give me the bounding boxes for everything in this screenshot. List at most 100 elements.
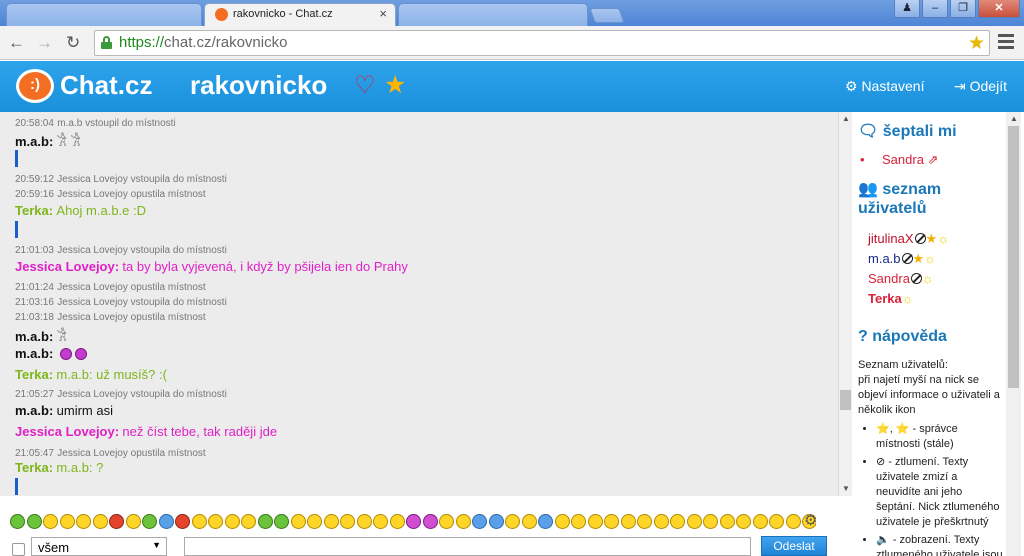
- emoticon-icon[interactable]: [422, 514, 438, 530]
- browser-tab-inactive[interactable]: [398, 3, 588, 26]
- window-user-button[interactable]: ♟: [894, 0, 920, 18]
- window-minimize-button[interactable]: –: [922, 0, 948, 18]
- emoticon-icon[interactable]: [340, 514, 355, 530]
- message-nick[interactable]: Terka:: [15, 367, 53, 382]
- emoticon-icon[interactable]: [637, 514, 652, 530]
- emoticon-icon[interactable]: [76, 514, 91, 530]
- emoticon-icon[interactable]: [406, 514, 421, 530]
- emoticon-icon[interactable]: [92, 514, 108, 530]
- emoticon-icon[interactable]: [752, 514, 768, 530]
- emoticon-icon[interactable]: [670, 514, 685, 530]
- back-arrow-icon[interactable]: ←: [8, 33, 25, 53]
- mute-icon[interactable]: [910, 273, 922, 284]
- emoticon-icon[interactable]: [587, 514, 603, 530]
- emoticon-icon[interactable]: [472, 514, 487, 530]
- window-maximize-button[interactable]: ❐: [950, 0, 976, 18]
- emoticon-icon[interactable]: [538, 514, 553, 530]
- forward-arrow-icon[interactable]: →: [36, 33, 53, 53]
- message-nick[interactable]: m.a.b:: [15, 403, 53, 418]
- favorite-star-icon[interactable]: ★: [384, 70, 406, 100]
- bookmark-star-icon[interactable]: ★: [968, 32, 985, 55]
- browser-tab-active[interactable]: rakovnicko - Chat.cz ×: [204, 3, 396, 26]
- emoticon-icon[interactable]: [224, 514, 240, 530]
- emoticon-icon[interactable]: [257, 514, 273, 530]
- emoticon-icon[interactable]: [439, 514, 454, 530]
- emoticon-icon[interactable]: [356, 514, 372, 530]
- user-name[interactable]: jitulinaX: [868, 231, 914, 246]
- recipient-select[interactable]: všem ▼: [31, 537, 167, 556]
- gear-icon[interactable]: ⚙: [804, 511, 817, 529]
- tab-close-icon[interactable]: ×: [379, 6, 387, 21]
- message-nick[interactable]: m.a.b:: [15, 329, 53, 344]
- emoticon-icon[interactable]: [241, 514, 256, 530]
- emoticon-icon[interactable]: [521, 514, 537, 530]
- user-list-item[interactable]: m.a.b ★☼: [868, 251, 936, 267]
- user-name[interactable]: m.a.b: [868, 251, 901, 266]
- emoticon-icon[interactable]: [505, 514, 520, 530]
- emoticon-icon[interactable]: [158, 514, 174, 530]
- emoticon-icon[interactable]: [208, 514, 223, 530]
- user-list-item[interactable]: Sandra ☼: [868, 271, 934, 286]
- url-text[interactable]: https://chat.cz/rakovnicko: [119, 34, 287, 51]
- sidebar-scrollbar[interactable]: ▲: [1006, 112, 1021, 556]
- browser-tab-inactive[interactable]: [6, 3, 202, 26]
- emoticon-icon[interactable]: [703, 514, 718, 530]
- message-input[interactable]: [184, 537, 751, 556]
- logout-link[interactable]: ⇥ Odejít: [954, 78, 1007, 95]
- user-list-item[interactable]: Terka☼: [868, 291, 914, 306]
- emoticon-icon[interactable]: [785, 514, 801, 530]
- scrollbar-thumb[interactable]: [840, 390, 851, 410]
- emoticon-icon[interactable]: [686, 514, 702, 530]
- user-list-item[interactable]: jitulinaX ★☼: [868, 231, 949, 247]
- emoticon-icon[interactable]: [109, 514, 124, 530]
- emoticon-icon[interactable]: [769, 514, 784, 530]
- scroll-down-icon[interactable]: ▼: [842, 484, 850, 493]
- user-name[interactable]: Sandra: [868, 271, 910, 286]
- address-bar[interactable]: https://chat.cz/rakovnicko ★: [94, 30, 990, 56]
- emoticon-icon[interactable]: [125, 514, 141, 530]
- emoticon-icon[interactable]: [653, 514, 669, 530]
- emoticon-icon[interactable]: [307, 514, 322, 530]
- emoticon-icon[interactable]: [26, 514, 42, 530]
- message-nick[interactable]: m.a.b:: [15, 134, 53, 149]
- message-scrollbar[interactable]: ▲ ▼: [838, 112, 852, 496]
- message-nick[interactable]: Terka:: [15, 203, 53, 218]
- browser-menu-icon[interactable]: [998, 34, 1014, 52]
- message-nick[interactable]: Jessica Lovejoy:: [15, 424, 119, 439]
- emoticon-icon[interactable]: [604, 514, 619, 530]
- logo-text[interactable]: Chat.cz: [60, 70, 152, 101]
- window-close-button[interactable]: ✕: [978, 0, 1020, 18]
- settings-link[interactable]: ⚙ Nastavení: [845, 78, 924, 95]
- mute-icon[interactable]: [901, 253, 913, 264]
- scroll-up-icon[interactable]: ▲: [842, 114, 850, 123]
- mute-icon[interactable]: [914, 233, 926, 244]
- emoticon-icon[interactable]: [373, 514, 388, 530]
- reload-icon[interactable]: ↻: [66, 33, 80, 53]
- message-nick[interactable]: Terka:: [15, 460, 53, 475]
- emoticon-icon[interactable]: [59, 514, 75, 530]
- emoticon-icon[interactable]: [571, 514, 586, 530]
- heart-icon[interactable]: ♡: [354, 71, 376, 100]
- emoticon-icon[interactable]: [620, 514, 636, 530]
- emoticon-icon[interactable]: [488, 514, 504, 530]
- emoticon-icon[interactable]: [43, 514, 58, 530]
- emoticon-icon[interactable]: [736, 514, 751, 530]
- emoticon-icon[interactable]: [175, 514, 190, 530]
- message-nick[interactable]: m.a.b:: [15, 346, 53, 361]
- send-button[interactable]: Odeslat: [761, 536, 827, 556]
- emoticon-icon[interactable]: [389, 514, 405, 530]
- emoticon-icon[interactable]: [290, 514, 306, 530]
- emoticon-icon[interactable]: [554, 514, 570, 530]
- emoticon-icon[interactable]: [455, 514, 471, 530]
- emoticon-icon[interactable]: [719, 514, 735, 530]
- whisper-user-name[interactable]: Sandra: [882, 152, 924, 167]
- open-whisper-icon[interactable]: ⇗: [928, 152, 939, 167]
- whisper-user[interactable]: Sandra ⇗: [860, 152, 939, 168]
- emoticon-icon[interactable]: [274, 514, 289, 530]
- sidebar-scrollbar-thumb[interactable]: [1008, 126, 1019, 388]
- user-name[interactable]: Terka: [868, 291, 902, 306]
- emoticon-icon[interactable]: [10, 514, 25, 530]
- whisper-checkbox[interactable]: [12, 543, 25, 556]
- emoticon-icon[interactable]: [191, 514, 207, 530]
- sidebar-scroll-up-icon[interactable]: ▲: [1010, 114, 1018, 123]
